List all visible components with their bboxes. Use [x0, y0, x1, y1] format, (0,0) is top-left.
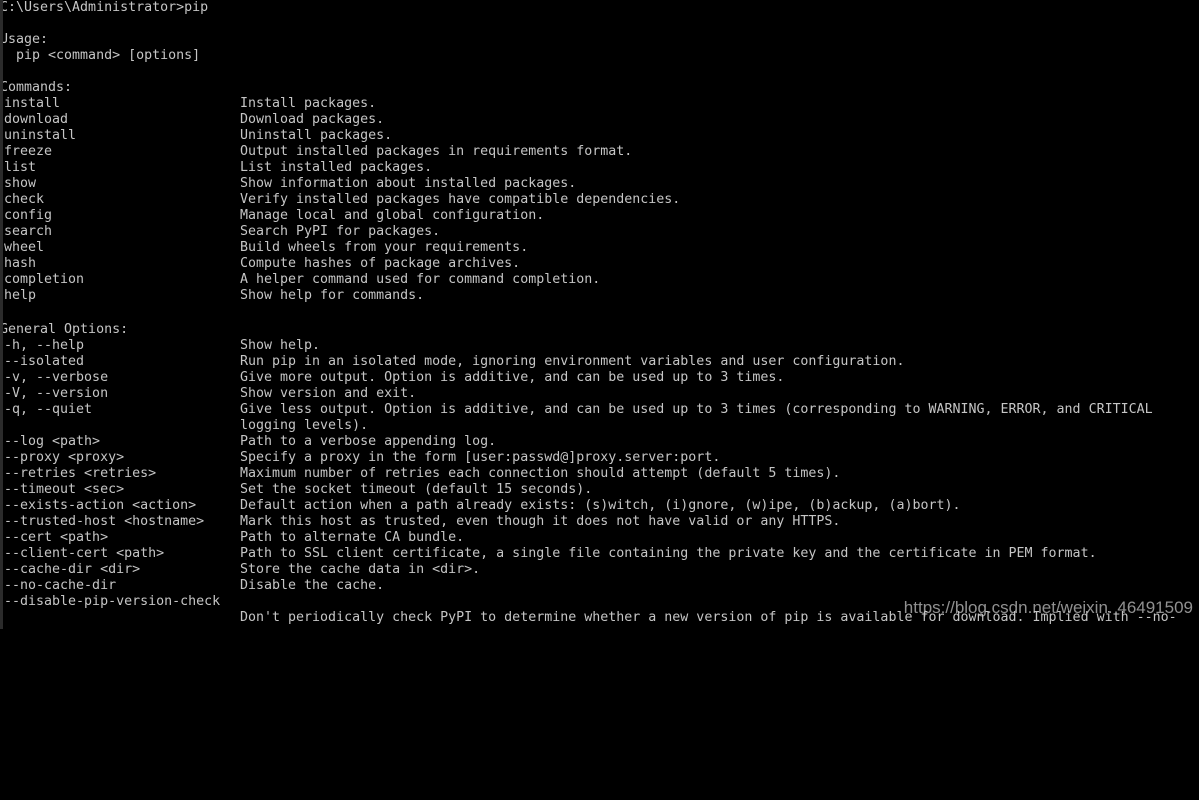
commands-heading-label: Commands: [0, 80, 73, 95]
command-description: Build wheels from your requirements. [240, 240, 529, 255]
command-name: completion [4, 272, 85, 287]
command-description: List installed packages. [240, 160, 433, 175]
command-name: wheel [4, 240, 45, 255]
option-flag: --proxy <proxy> [4, 450, 125, 465]
command-name: freeze [4, 144, 53, 159]
option-flag: --cert <path> [4, 530, 109, 545]
option-flag: -q, --quiet [4, 402, 93, 417]
option-description: Path to SSL client certificate, a single… [240, 546, 1097, 561]
option-flag: --client-cert <path> [4, 546, 165, 561]
usage-line-text: pip <command> [options] [0, 48, 201, 63]
option-flag: -V, --version [4, 386, 109, 401]
option-description: Store the cache data in <dir>. [240, 562, 481, 577]
prompt-text: C:\Users\Administrator>pip [0, 0, 209, 15]
option-description: Path to a verbose appending log. [240, 434, 497, 449]
command-name: download [4, 112, 69, 127]
command-description: Install packages. [240, 96, 377, 111]
option-flag: --retries <retries> [4, 466, 157, 481]
option-flag: --log <path> [4, 434, 101, 449]
option-description: Path to alternate CA bundle. [240, 530, 465, 545]
option-description-continuation: logging levels). [240, 418, 369, 433]
option-flag: --disable-pip-version-check [4, 594, 221, 609]
command-name: hash [4, 256, 37, 271]
option-description: Specify a proxy in the form [user:passwd… [240, 450, 721, 465]
option-description: Disable the cache. [240, 578, 385, 593]
command-description: Show information about installed package… [240, 176, 577, 191]
command-description: A helper command used for command comple… [240, 272, 601, 287]
option-description: Show help. [240, 338, 321, 353]
general-options-heading-label: General Options: [0, 322, 129, 337]
command-name: search [4, 224, 53, 239]
command-description: Show help for commands. [240, 288, 425, 303]
option-description: Give more output. Option is additive, an… [240, 370, 785, 385]
command-description: Search PyPI for packages. [240, 224, 441, 239]
command-description: Download packages. [240, 112, 385, 127]
option-description: Set the socket timeout (default 15 secon… [240, 482, 593, 497]
option-description: Default action when a path already exist… [240, 498, 961, 513]
command-name: list [4, 160, 37, 175]
console-left-gutter [0, 0, 3, 629]
usage-heading-label: Usage: [0, 32, 49, 47]
command-description: Output installed packages in requirement… [240, 144, 633, 159]
console-output-area[interactable]: C:\Users\Administrator>pip Usage: pip <c… [0, 0, 1199, 629]
option-flag: --no-cache-dir [4, 578, 117, 593]
option-flag: --isolated [4, 354, 85, 369]
command-description: Manage local and global configuration. [240, 208, 545, 223]
option-description: Run pip in an isolated mode, ignoring en… [240, 354, 905, 369]
option-flag: --timeout <sec> [4, 482, 125, 497]
command-name: show [4, 176, 37, 191]
option-flag: --trusted-host <hostname> [4, 514, 205, 529]
option-flag: --exists-action <action> [4, 498, 197, 513]
option-flag: -h, --help [4, 338, 85, 353]
option-description: Mark this host as trusted, even though i… [240, 514, 841, 529]
command-description: Compute hashes of package archives. [240, 256, 521, 271]
option-description: Show version and exit. [240, 386, 417, 401]
command-name: help [4, 288, 37, 303]
command-name: config [4, 208, 53, 223]
option-description-continuation: Don't periodically check PyPI to determi… [240, 610, 1177, 625]
command-description: Uninstall packages. [240, 128, 393, 143]
option-description: Maximum number of retries each connectio… [240, 466, 841, 481]
command-description: Verify installed packages have compatibl… [240, 192, 681, 207]
command-name: check [4, 192, 45, 207]
option-flag: -v, --verbose [4, 370, 109, 385]
command-name: install [4, 96, 61, 111]
option-description: Give less output. Option is additive, an… [240, 402, 1153, 417]
command-name: uninstall [4, 128, 77, 143]
option-flag: --cache-dir <dir> [4, 562, 141, 577]
